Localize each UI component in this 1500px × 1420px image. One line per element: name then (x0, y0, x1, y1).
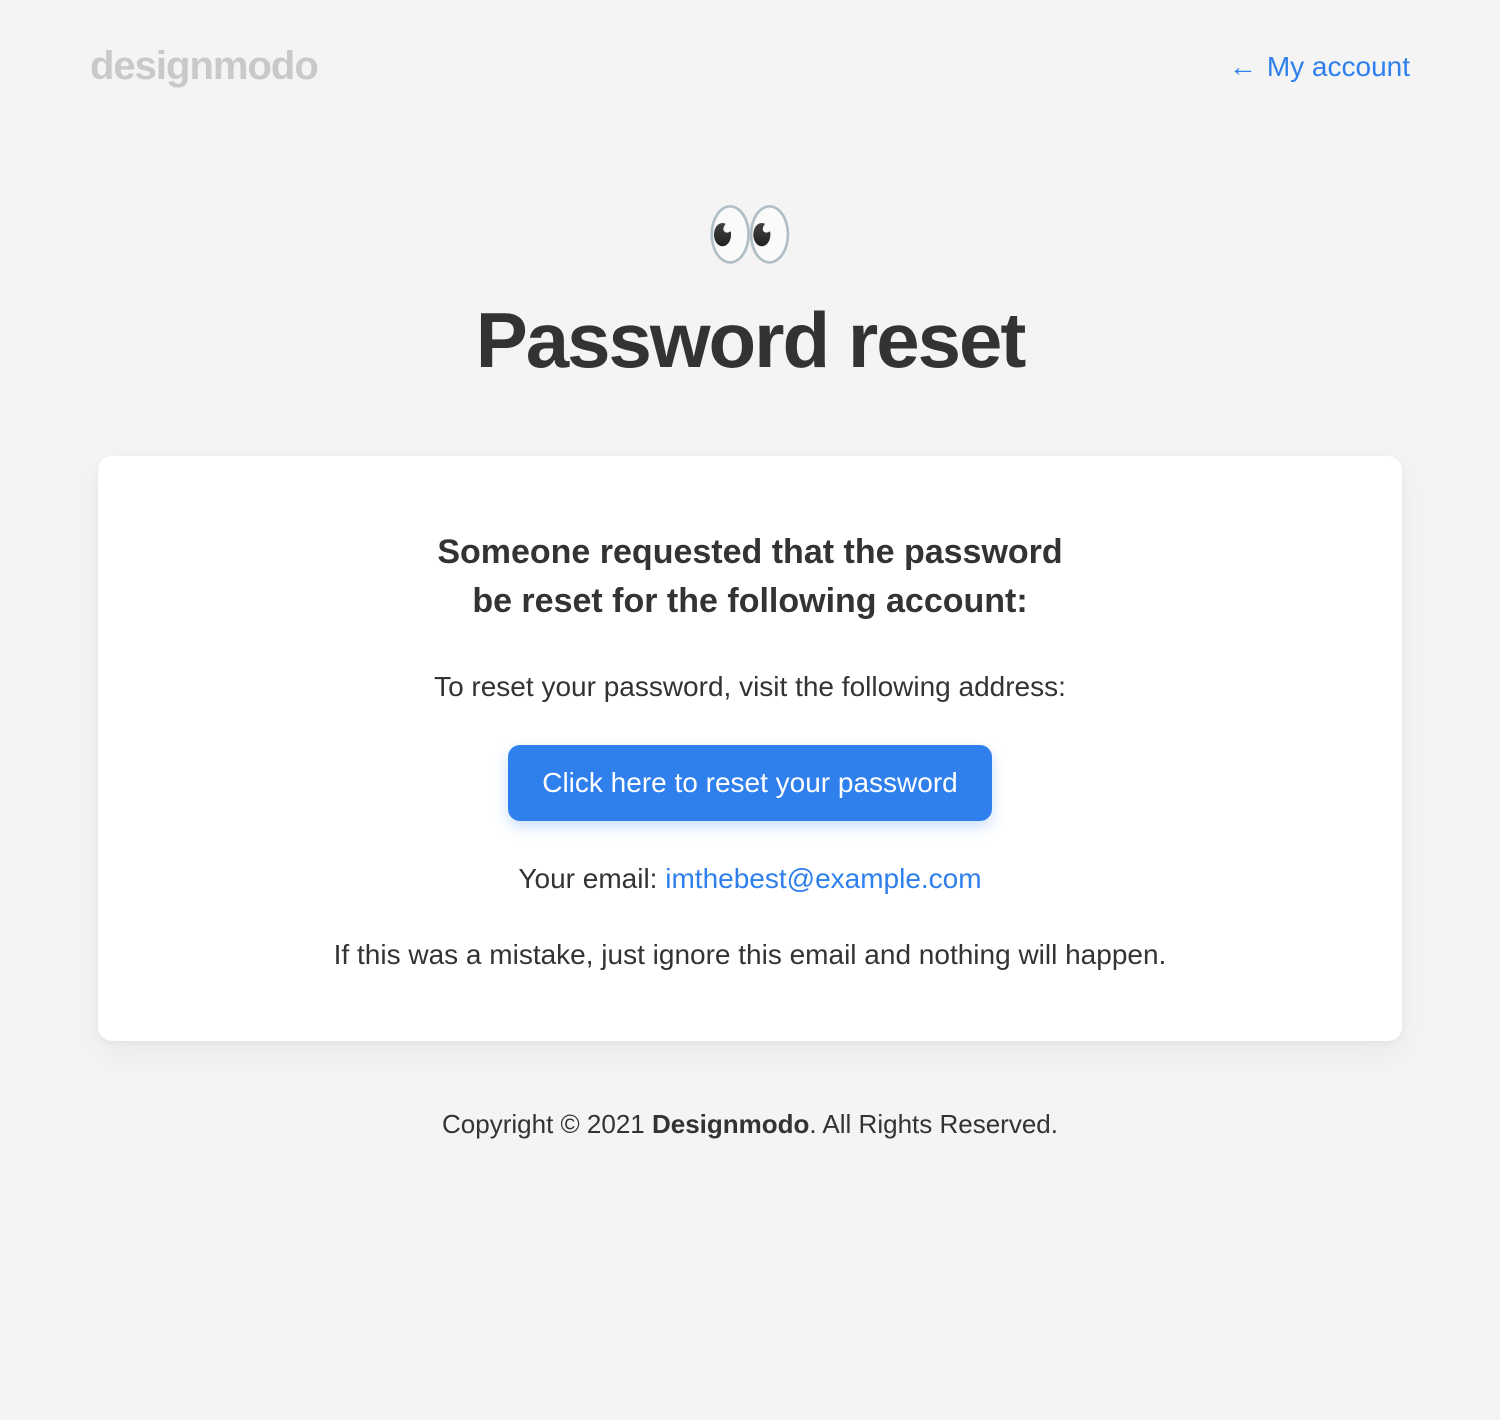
header: designmodo ← My account (90, 44, 1410, 89)
page: designmodo ← My account 👀 Password reset… (0, 0, 1500, 1420)
email-line: Your email: imthebest@example.com (198, 863, 1302, 895)
instruction-text: To reset your password, visit the follow… (198, 671, 1302, 703)
brand-logo: designmodo (90, 44, 318, 89)
mistake-note: If this was a mistake, just ignore this … (198, 939, 1302, 971)
lead-text: Someone requested that the password be r… (430, 528, 1070, 627)
reset-password-button[interactable]: Click here to reset your password (508, 745, 992, 821)
my-account-label: My account (1267, 51, 1410, 83)
footer-brand: Designmodo (652, 1109, 809, 1139)
my-account-link[interactable]: ← My account (1229, 51, 1410, 83)
content-card: Someone requested that the password be r… (98, 456, 1402, 1041)
hero: 👀 Password reset (90, 199, 1410, 386)
arrow-left-icon: ← (1229, 53, 1257, 81)
email-link[interactable]: imthebest@example.com (665, 863, 981, 894)
email-label: Your email: (518, 863, 665, 894)
page-title: Password reset (90, 295, 1410, 386)
footer: Copyright © 2021 Designmodo. All Rights … (90, 1109, 1410, 1140)
footer-suffix: . All Rights Reserved. (809, 1109, 1058, 1139)
footer-prefix: Copyright © 2021 (442, 1109, 652, 1139)
eyes-icon: 👀 (90, 199, 1410, 271)
